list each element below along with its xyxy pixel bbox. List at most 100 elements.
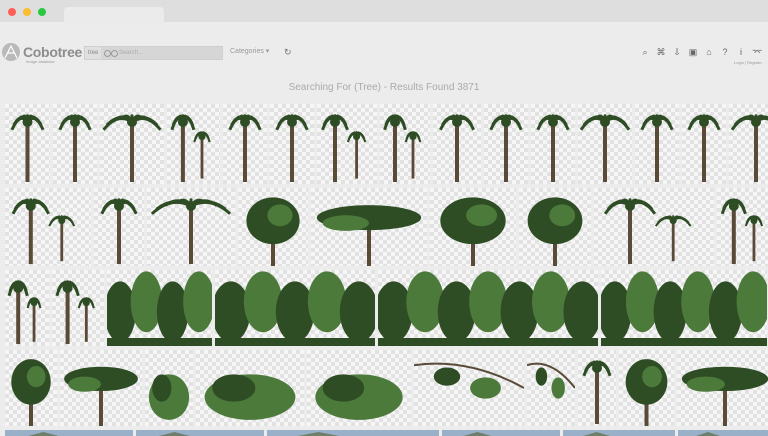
minimize-window-icon[interactable] [23,8,31,16]
browser-window: Cobotree Image database tree Search... C… [0,0,768,436]
image-thumbnail[interactable] [414,350,525,426]
tree-image-icon [527,197,583,266]
image-thumbnail[interactable] [145,350,194,426]
image-thumbnail[interactable] [196,350,305,426]
tree-image-icon [267,430,439,436]
image-thumbnail[interactable] [52,270,105,346]
image-thumbnail[interactable] [484,104,529,184]
image-thumbnail[interactable] [270,104,315,184]
education-icon[interactable]: ⌂ [704,47,714,57]
login-separator: | [744,60,746,65]
tree-image-icon [678,430,768,436]
site-tagline: Image database [26,59,55,64]
download-icon[interactable]: ⇩ [672,47,682,57]
image-search-icon[interactable] [104,50,111,57]
tree-image-icon [316,205,422,266]
tree-image-icon [246,197,300,266]
tree-image-icon [204,374,296,420]
tree-image-icon [383,114,422,182]
refresh-icon[interactable]: ↻ [284,47,292,58]
image-thumbnail[interactable] [717,188,768,266]
archive-icon[interactable]: ▣ [688,47,698,57]
image-thumbnail[interactable] [94,188,145,266]
image-thumbnail[interactable] [433,104,482,184]
tree-image-icon [440,197,506,266]
image-thumbnail[interactable] [430,188,517,266]
image-thumbnail[interactable] [380,104,431,184]
image-thumbnail[interactable] [307,350,412,426]
image-thumbnail[interactable] [107,270,213,346]
close-window-icon[interactable] [8,8,16,16]
tree-image-icon [11,198,76,264]
image-thumbnail[interactable] [317,104,378,184]
search-icon[interactable]: ⌕ [640,47,650,57]
image-thumbnail[interactable] [5,350,58,426]
info-icon[interactable]: i [736,47,746,57]
page: Cobotree Image database tree Search... C… [0,22,768,436]
image-thumbnail[interactable] [238,188,309,266]
tree-image-icon [536,114,570,182]
login-link[interactable]: Login [734,60,744,65]
image-thumbnail[interactable] [267,430,440,436]
image-thumbnail[interactable] [215,270,376,346]
browser-tab[interactable] [64,7,164,23]
image-thumbnail[interactable] [601,270,768,346]
search-bar[interactable]: tree Search... [84,46,223,60]
maximize-window-icon[interactable] [38,8,46,16]
tree-image-icon [150,198,232,264]
image-thumbnail[interactable] [5,104,51,184]
image-thumbnail[interactable] [100,104,165,184]
tree-image-icon [582,360,612,424]
tree-image-icon [603,198,692,264]
image-thumbnail[interactable] [5,188,92,266]
categories-dropdown[interactable]: Categories ▾ [230,47,269,55]
image-thumbnail[interactable] [594,188,715,266]
tree-image-icon [11,359,51,426]
tree-image-icon [625,359,668,426]
image-thumbnail[interactable] [53,104,98,184]
site-logo[interactable]: Cobotree Image database [2,43,82,64]
image-thumbnail[interactable] [563,430,676,436]
tree-image-icon [7,280,42,344]
image-thumbnail[interactable] [578,104,633,184]
image-thumbnail[interactable] [5,270,50,346]
image-thumbnail[interactable] [619,350,675,426]
image-thumbnail[interactable] [635,104,680,184]
image-thumbnail[interactable] [682,104,727,184]
login-links: Login | Register [734,60,762,65]
tree-image-icon [100,198,138,264]
image-thumbnail[interactable] [60,350,143,426]
image-thumbnail[interactable] [531,104,576,184]
image-thumbnail[interactable] [677,350,768,426]
image-thumbnail[interactable] [678,430,768,436]
image-thumbnail[interactable] [378,270,599,346]
toolbar: ⌕ ⌘ ⇩ ▣ ⌂? i ⌤ [640,47,762,57]
share-icon[interactable]: ⌤ [752,47,762,57]
tree-image-icon [10,114,45,182]
tree-image-icon [170,114,211,182]
search-input[interactable]: Search... [119,47,143,59]
image-thumbnail[interactable] [5,430,134,436]
image-thumbnail[interactable] [527,350,576,426]
image-thumbnail[interactable] [519,188,592,266]
image-thumbnail[interactable] [578,350,617,426]
image-thumbnail[interactable] [442,430,561,436]
image-thumbnail[interactable] [223,104,268,184]
search-tag[interactable]: tree [85,47,102,59]
color-search-icon[interactable] [111,50,118,57]
tree-image-icon [136,430,264,436]
tree-image-icon [720,198,764,264]
image-thumbnail[interactable] [167,104,221,184]
register-link[interactable]: Register [747,60,762,65]
image-thumbnail[interactable] [147,188,236,266]
help-icon[interactable]: ? [720,47,730,57]
tree-image-icon [489,114,523,182]
tree-image-icon [55,280,95,344]
image-thumbnail[interactable] [136,430,265,436]
tree-image-icon [579,114,631,182]
cart-icon[interactable]: ⌘ [656,47,666,57]
image-thumbnail[interactable] [311,188,428,266]
logo-mark-icon [2,43,20,61]
image-thumbnail[interactable] [729,104,768,184]
tree-image-icon [102,114,162,182]
